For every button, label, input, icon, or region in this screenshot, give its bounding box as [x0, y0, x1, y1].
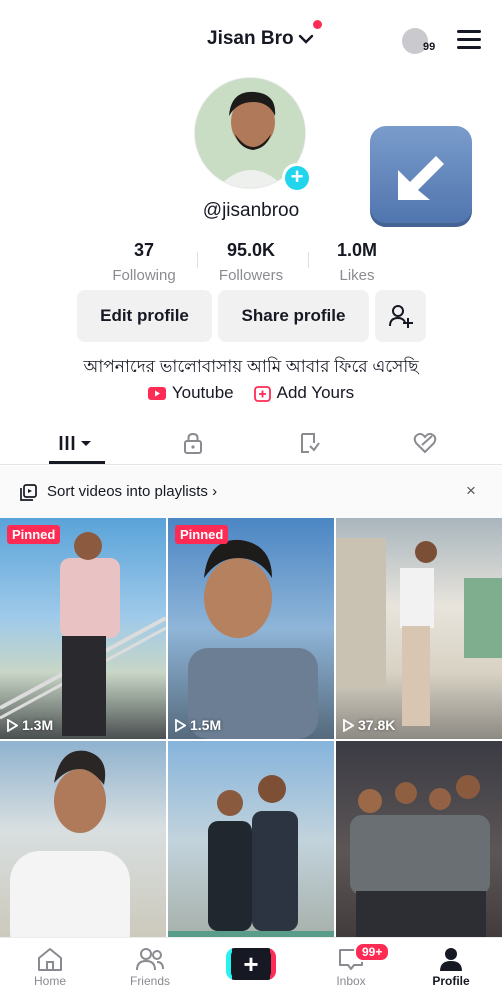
liked-icon: [413, 432, 437, 454]
reposts-icon: [301, 433, 320, 453]
stat-likes[interactable]: 1.0M Likes: [324, 240, 390, 284]
play-icon: [343, 718, 354, 732]
youtube-icon: [147, 386, 166, 400]
create-button[interactable]: +: [226, 948, 276, 980]
menu-icon[interactable]: [457, 30, 481, 50]
profile-views-count: 99: [423, 41, 436, 53]
tab-videos[interactable]: [47, 423, 107, 463]
stat-following[interactable]: 37 Following: [108, 240, 180, 284]
username-switcher[interactable]: Jisan Bro: [207, 28, 314, 50]
nav-profile-label: Profile: [432, 974, 470, 988]
private-lock-icon: [184, 432, 202, 454]
share-profile-button[interactable]: Share profile: [218, 290, 369, 342]
profile-icon: [440, 948, 462, 971]
profile-links: Youtube Add Yours: [0, 383, 502, 403]
following-label: Following: [112, 267, 176, 284]
notification-dot: [313, 20, 322, 29]
close-icon[interactable]: ×: [466, 481, 476, 501]
plus-icon: +: [231, 948, 271, 980]
add-yours-link[interactable]: Add Yours: [253, 383, 355, 403]
chevron-down-icon: [298, 34, 313, 44]
youtube-link[interactable]: Youtube: [147, 383, 234, 403]
nav-home-label: Home: [33, 974, 66, 988]
following-count: 37: [133, 240, 155, 260]
video-thumbnail[interactable]: [168, 741, 334, 962]
play-icon: [7, 718, 18, 732]
username-text: Jisan Bro: [207, 28, 294, 49]
stat-followers[interactable]: 95.0K Followers: [210, 240, 292, 284]
sort-playlists-banner[interactable]: Sort videos into playlists › ×: [0, 466, 502, 518]
pinned-badge: Pinned: [7, 525, 61, 544]
bottom-nav: Home Friends + Inbox 99+ Profile: [0, 937, 502, 999]
edit-profile-button[interactable]: Edit profile: [77, 290, 212, 342]
view-count: 37.8K: [343, 717, 395, 733]
likes-count: 1.0M: [336, 240, 378, 260]
add-avatar-icon[interactable]: +: [282, 163, 312, 193]
inbox-badge: 99+: [354, 942, 391, 962]
profile-handle: @jisanbroo: [202, 200, 300, 221]
tab-private[interactable]: [163, 423, 223, 463]
view-count: 1.3M: [7, 717, 53, 733]
nav-friends[interactable]: Friends: [115, 944, 185, 988]
nav-inbox[interactable]: Inbox 99+: [316, 942, 391, 988]
video-thumbnail[interactable]: [0, 741, 166, 962]
profile-header: Jisan Bro 99: [0, 0, 502, 74]
tab-reposts[interactable]: [279, 423, 339, 463]
video-thumbnail[interactable]: Pinned 1.5M: [168, 518, 334, 739]
nav-profile[interactable]: Profile: [416, 944, 486, 988]
add-yours-icon: [253, 385, 271, 402]
nav-home[interactable]: Home: [15, 944, 85, 988]
profile-tabs: [0, 423, 502, 465]
add-yours-link-label: Add Yours: [276, 383, 355, 402]
add-friend-button[interactable]: [375, 290, 426, 342]
stat-divider: [308, 252, 309, 268]
video-thumbnail[interactable]: 37.8K: [336, 518, 502, 739]
videos-grid-icon: [59, 436, 91, 450]
playlist-icon: [20, 484, 37, 501]
video-thumbnail[interactable]: Pinned 1.3M: [0, 518, 166, 739]
home-icon: [38, 948, 62, 971]
pinned-badge: Pinned: [175, 525, 229, 544]
stat-divider: [197, 252, 198, 268]
add-user-icon: [388, 305, 413, 328]
youtube-link-label: Youtube: [171, 383, 234, 402]
view-count: 1.5M: [175, 717, 221, 733]
likes-label: Likes: [339, 267, 375, 284]
sort-playlists-text: Sort videos into playlists ›: [47, 483, 218, 500]
profile-bio: আপনাদের ভালোবাসায় আমি আবার ফিরে এসেছি: [83, 357, 419, 376]
nav-friends-label: Friends: [129, 974, 170, 988]
nav-inbox-label: Inbox: [336, 974, 366, 988]
play-icon: [175, 718, 186, 732]
tab-liked[interactable]: [395, 423, 455, 463]
profile-views-button[interactable]: 99: [402, 26, 442, 56]
friends-icon: [136, 948, 164, 971]
followers-label: Followers: [218, 267, 284, 284]
active-tab-indicator: [49, 461, 105, 464]
video-thumbnail[interactable]: [336, 741, 502, 962]
followers-count: 95.0K: [226, 240, 276, 260]
